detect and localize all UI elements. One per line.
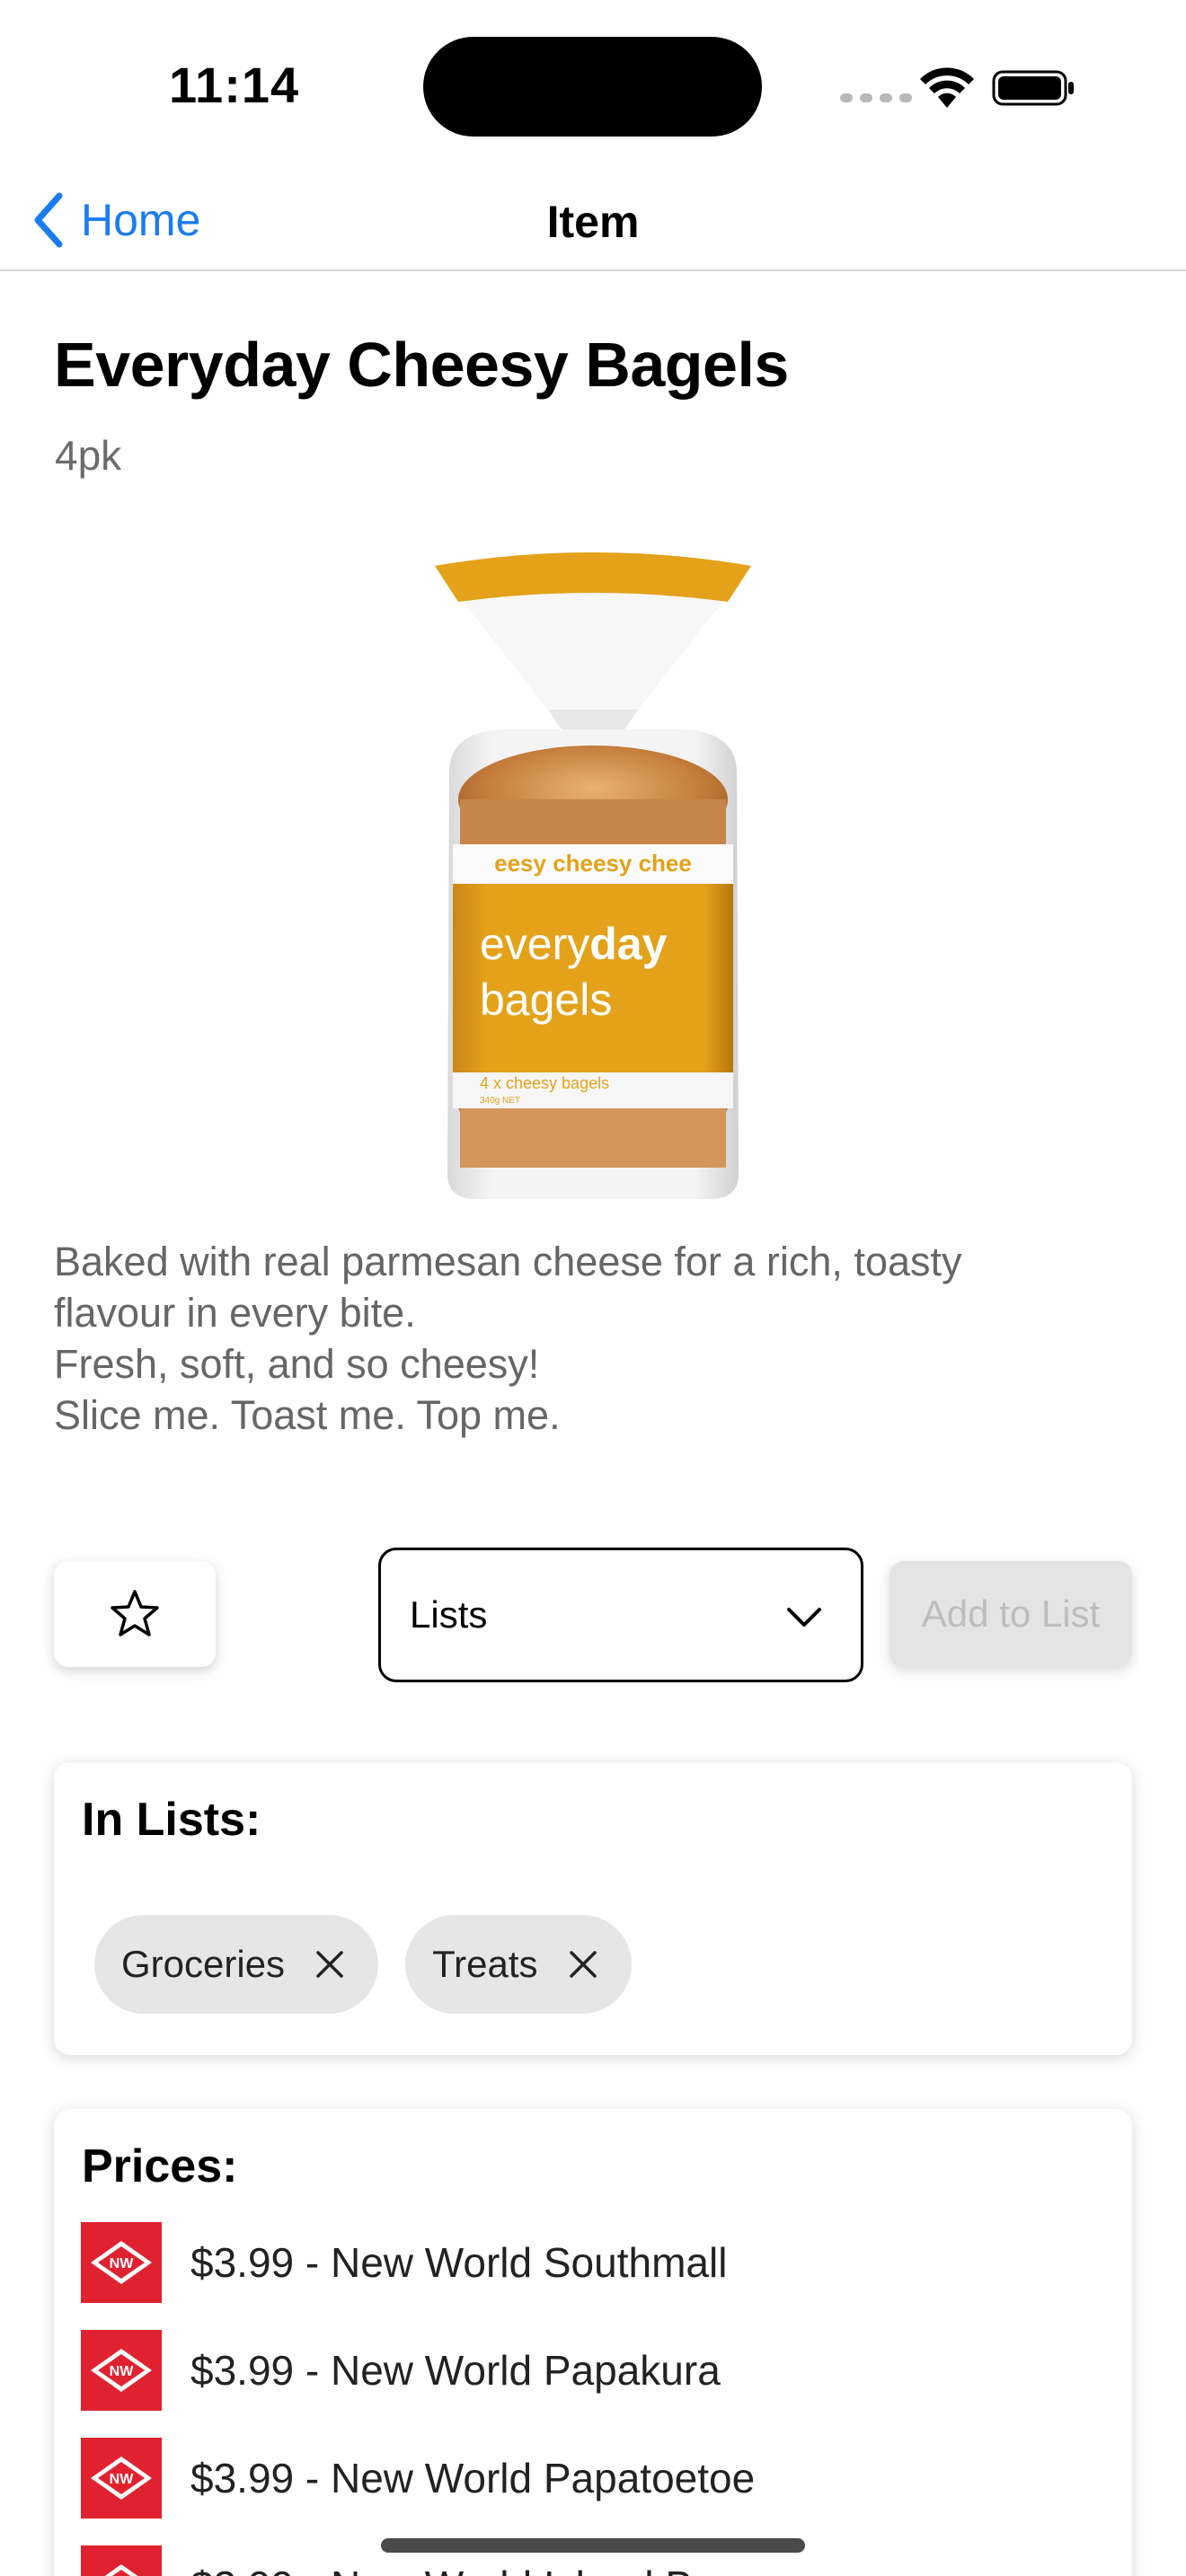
list-chip-treats: Treats [405, 1915, 632, 2014]
svg-text:NW: NW [110, 2364, 135, 2379]
navigation-bar: Home Item [0, 180, 1186, 271]
price-row: NW $3.99 - New World Papakura [81, 2330, 721, 2411]
favorite-button[interactable] [54, 1561, 216, 1667]
product-size: 4pk [55, 432, 122, 479]
price-text: $3.99 - New World Papatoetoe [190, 2455, 756, 2501]
lists-dropdown[interactable]: Lists [378, 1548, 863, 1682]
description-line: Slice me. Toast me. Top me. [54, 1392, 561, 1438]
wifi-icon [920, 67, 974, 108]
svg-text:NW: NW [110, 2256, 135, 2272]
list-chip-groceries: Groceries [94, 1915, 379, 2014]
new-world-logo-icon: NW [81, 2545, 162, 2576]
price-row: NW $3.99 - New World Papatoetoe [81, 2438, 755, 2519]
list-chips: Groceries Treats [94, 1915, 632, 2014]
package-count-text: 4 x cheesy bagels [480, 1074, 609, 1092]
prices-heading: Prices: [82, 2140, 238, 2192]
remove-chip-close-icon[interactable] [314, 1948, 346, 1981]
new-world-logo-icon: NW [81, 2330, 162, 2411]
package-brand-line2: bagels [480, 975, 612, 1025]
status-time: 11:14 [169, 57, 300, 113]
price-row: NW $3.99 - New World Southmall [81, 2222, 727, 2303]
product-description: Baked with real parmesan cheese for a ri… [54, 1236, 1132, 1441]
battery-icon [992, 70, 1074, 106]
prices-card: Prices: NW $3.99 - New World Southmall N… [54, 2109, 1132, 2576]
nav-title: Item [546, 197, 640, 247]
remove-chip-close-icon[interactable] [567, 1948, 599, 1981]
lists-dropdown-value: Lists [410, 1593, 488, 1636]
add-to-list-button[interactable]: Add to List [890, 1561, 1132, 1667]
cellular-signal-icon [840, 93, 912, 102]
chip-label: Groceries [121, 1943, 286, 1985]
in-lists-card: In Lists: Groceries Treats [54, 1762, 1132, 2055]
description-line: flavour in every bite. [54, 1290, 416, 1336]
price-text: $3.99 - New World Papakura [190, 2347, 721, 2394]
star-icon [111, 1590, 159, 1636]
in-lists-heading: In Lists: [82, 1794, 261, 1846]
package-weight-text: 340g NET [480, 1096, 520, 1106]
svg-text:NW: NW [110, 2472, 135, 2487]
status-bar: 11:14 [0, 0, 1186, 171]
price-text: $3.99 - New World Southmall [190, 2239, 728, 2286]
chevron-down-icon [787, 1608, 821, 1627]
dynamic-island [423, 37, 762, 137]
new-world-logo-icon: NW [81, 2222, 162, 2303]
home-indicator[interactable] [381, 2538, 805, 2553]
description-line: Fresh, soft, and so cheesy! [54, 1341, 540, 1387]
new-world-logo-icon: NW [81, 2438, 162, 2519]
package-brand-text: everyday [480, 919, 668, 969]
chip-label: Treats [432, 1943, 538, 1985]
product-title: Everyday Cheesy Bagels [54, 330, 789, 400]
product-image: eesy cheesy chee everyday bagels 4 x che… [435, 552, 751, 1199]
description-line: Baked with real parmesan cheese for a ri… [54, 1239, 962, 1284]
package-band-text: eesy cheesy chee [494, 850, 692, 877]
price-text: $3.99 - New World Island Bay [190, 2562, 737, 2576]
